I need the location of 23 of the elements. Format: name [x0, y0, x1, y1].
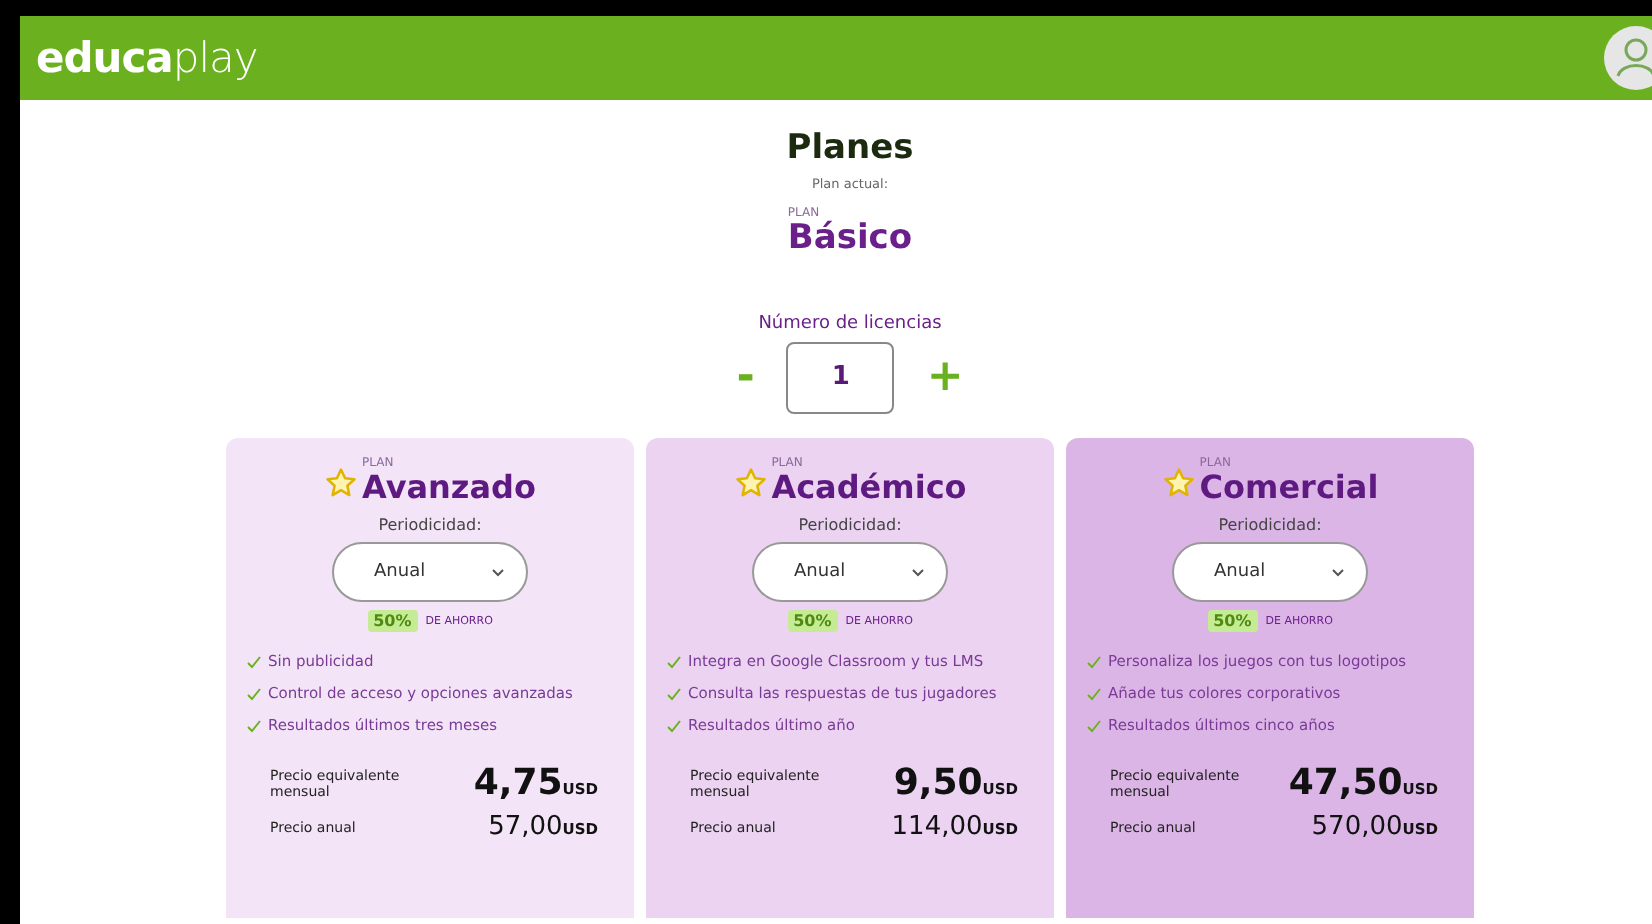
- star-icon: [733, 466, 768, 501]
- star-icon: [324, 466, 358, 501]
- chevron-down-icon: [1330, 564, 1346, 581]
- periodicity-select[interactable]: Anual: [332, 542, 528, 603]
- licenses-field[interactable]: 1: [786, 341, 895, 414]
- star-icon: [1161, 466, 1196, 501]
- periodicity-label: Periodicidad:: [1218, 516, 1322, 535]
- chevron-down-icon: [910, 564, 926, 581]
- periodicity-select[interactable]: Anual: [1172, 542, 1368, 603]
- current-plan-name: Básico: [787, 220, 913, 258]
- user-avatar-icon[interactable]: [1604, 26, 1652, 90]
- discount-badge: 50%: [787, 610, 838, 633]
- periodicity-label: Periodicidad:: [378, 516, 482, 535]
- licenses-label: Número de licencias: [758, 313, 942, 334]
- chevron-down-icon: [490, 564, 506, 581]
- plan-name: Avanzado: [362, 469, 536, 505]
- periodicity-select[interactable]: Anual: [752, 542, 948, 603]
- discount-badge: 50%: [367, 610, 418, 633]
- discount-badge: 50%: [1207, 610, 1258, 633]
- plan-name: Académico: [771, 469, 967, 505]
- page-title: Planes: [786, 128, 914, 168]
- plan-name: Comercial: [1199, 469, 1379, 505]
- periodicity-label: Periodicidad:: [798, 516, 902, 535]
